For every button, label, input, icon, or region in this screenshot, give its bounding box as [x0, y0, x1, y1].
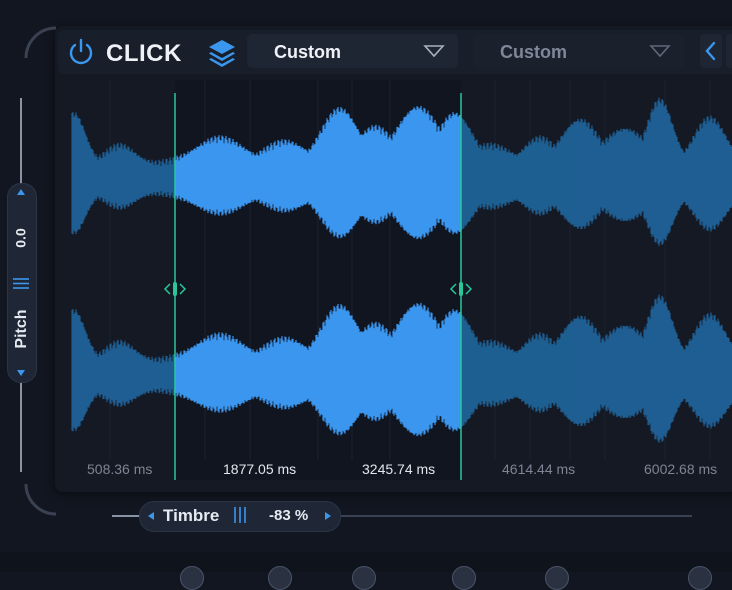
previous-preset-button[interactable]: [700, 34, 722, 68]
time-label: 6002.68 ms: [644, 461, 718, 477]
time-label: 3245.74 ms: [362, 461, 436, 477]
timbre-slider-track[interactable]: [338, 515, 692, 517]
corner-decoration: [24, 26, 57, 59]
triangle-down-icon[interactable]: [16, 369, 26, 377]
triangle-left-icon[interactable]: [147, 511, 155, 521]
layers-icon[interactable]: [206, 37, 238, 69]
pitch-label-text: Pitch: [13, 309, 30, 348]
knob[interactable]: [180, 566, 204, 590]
pitch-label: Pitch: [13, 309, 30, 348]
time-label: 4614.44 ms: [502, 461, 576, 477]
time-label: 508.36 ms: [87, 461, 153, 477]
preset-dropdown-a[interactable]: Custom: [247, 34, 458, 68]
preset-dropdown-b[interactable]: Custom: [473, 34, 684, 68]
waveform-display[interactable]: [60, 80, 732, 480]
knob[interactable]: [352, 566, 376, 590]
preset-dropdown-b-label: Custom: [500, 42, 567, 62]
knob[interactable]: [688, 566, 712, 590]
grip-icon: [13, 278, 29, 289]
triangle-down-icon: [423, 45, 445, 58]
pitch-value-text: 0.0: [13, 228, 29, 248]
time-label: 1877.05 ms: [223, 461, 297, 477]
grip-icon: [234, 507, 246, 523]
preset-dropdown-a-label: Custom: [274, 42, 341, 62]
timbre-value-number: -83: [269, 507, 291, 524]
triangle-down-icon: [649, 45, 671, 58]
timbre-value: -83 %: [269, 507, 308, 524]
module-title: CLICK: [106, 40, 182, 67]
timbre-unit: %: [294, 507, 309, 524]
triangle-right-icon[interactable]: [324, 511, 332, 521]
next-preset-button[interactable]: [726, 34, 732, 68]
pitch-value: 0.0: [13, 228, 29, 248]
triangle-up-icon[interactable]: [16, 188, 26, 196]
timbre-slider-track-filled[interactable]: [112, 515, 140, 517]
chevron-left-icon: [705, 41, 716, 61]
knob[interactable]: [452, 566, 476, 590]
knob[interactable]: [268, 566, 292, 590]
timbre-label: Timbre: [163, 506, 220, 525]
power-icon[interactable]: [66, 37, 96, 67]
knob[interactable]: [545, 566, 569, 590]
corner-decoration: [24, 483, 57, 516]
